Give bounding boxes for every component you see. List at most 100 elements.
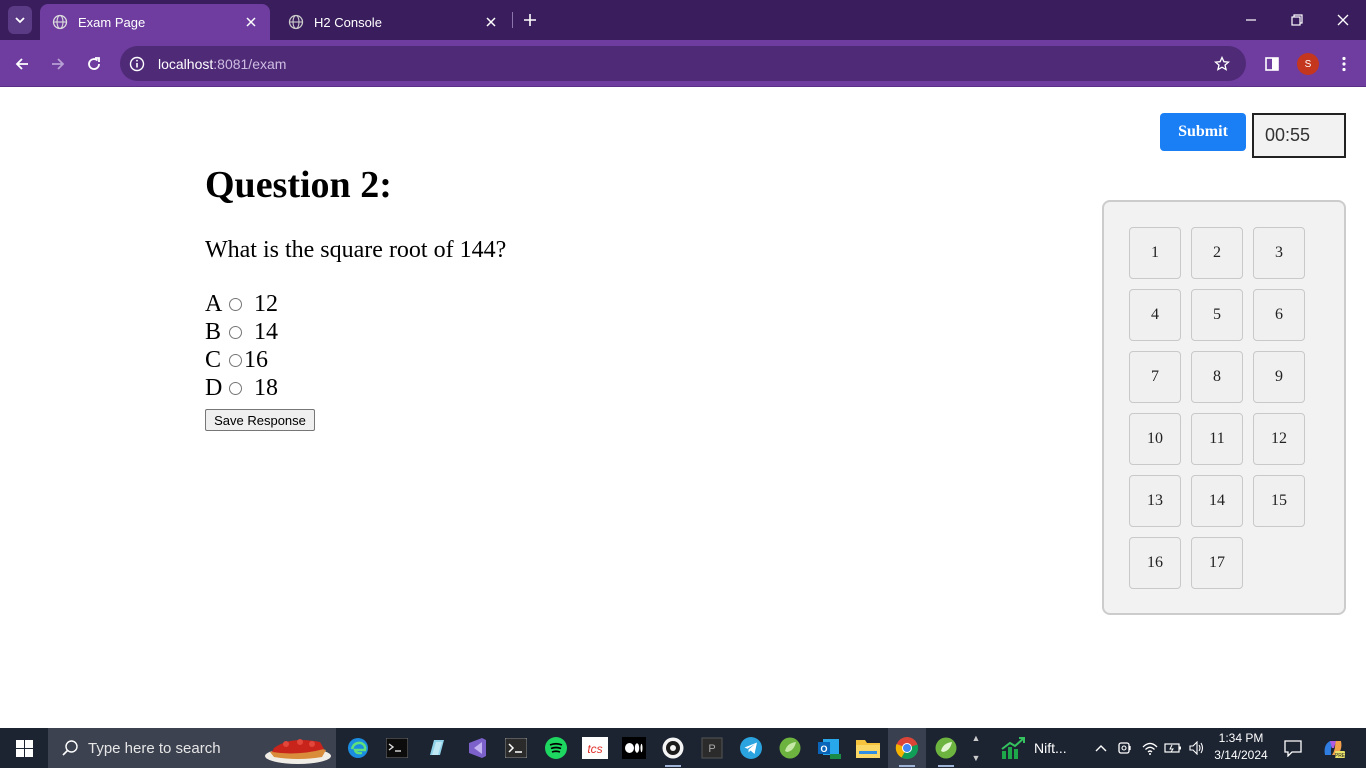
back-button[interactable] <box>8 50 36 78</box>
minimize-icon <box>1246 19 1256 21</box>
question-nav-button[interactable]: 6 <box>1253 289 1305 341</box>
nifty-label: Nift... <box>1034 740 1067 756</box>
chevron-down-icon <box>15 17 25 24</box>
question-nav-button[interactable]: 12 <box>1253 413 1305 465</box>
restore-icon <box>1291 14 1303 26</box>
windows-logo-icon <box>15 739 33 757</box>
chevron-up-icon <box>1095 745 1107 752</box>
close-tab-icon[interactable] <box>242 13 260 31</box>
bookmark-star-icon[interactable] <box>1212 54 1232 74</box>
side-panel-button[interactable] <box>1258 50 1286 78</box>
reload-button[interactable] <box>80 50 108 78</box>
clock-date: 3/14/2024 <box>1214 748 1268 762</box>
globe-icon <box>52 14 68 30</box>
battery-icon <box>1164 743 1181 753</box>
medium-app-icon[interactable] <box>615 728 653 768</box>
question-nav-button[interactable]: 1 <box>1129 227 1181 279</box>
address-bar[interactable]: localhost:8081/exam <box>120 46 1246 81</box>
search-placeholder: Type here to search <box>88 739 221 757</box>
volume-tray-icon[interactable] <box>1186 728 1208 768</box>
chevron-up-icon: ▲ <box>971 733 981 743</box>
battery-tray-icon[interactable] <box>1162 728 1184 768</box>
browser-toolbar: localhost:8081/exam S <box>0 40 1366 87</box>
close-icon <box>1337 14 1349 26</box>
chrome-app-icon[interactable] <box>888 728 926 768</box>
visual-studio-app-icon[interactable] <box>458 728 496 768</box>
clock-time: 1:34 PM <box>1218 731 1264 745</box>
question-nav-button[interactable]: 4 <box>1129 289 1181 341</box>
question-nav-button[interactable]: 10 <box>1129 413 1181 465</box>
question-nav-button[interactable]: 8 <box>1191 351 1243 403</box>
spring-boot-app-icon[interactable] <box>927 728 965 768</box>
cmd-app-icon[interactable] <box>378 728 416 768</box>
question-nav-button[interactable]: 13 <box>1129 475 1181 527</box>
restore-button[interactable] <box>1274 0 1320 40</box>
new-tab-button[interactable] <box>518 8 542 32</box>
spring-tool-suite-app-icon[interactable] <box>771 728 809 768</box>
wifi-icon <box>1142 742 1158 755</box>
github-desktop-app-icon[interactable] <box>654 728 692 768</box>
show-hidden-icons-button[interactable] <box>1090 728 1112 768</box>
nifty-widget[interactable]: Nift... <box>1000 728 1067 768</box>
option-b-radio[interactable] <box>229 325 242 339</box>
side-panel-icon <box>1265 57 1279 71</box>
question-title: Question 2: <box>205 164 392 206</box>
tcs-app-icon[interactable]: tcs <box>576 728 614 768</box>
terminal-app-icon[interactable] <box>497 728 535 768</box>
file-explorer-app-icon[interactable] <box>849 728 887 768</box>
start-button[interactable] <box>0 728 48 768</box>
notes-app-icon[interactable] <box>418 728 456 768</box>
outlook-app-icon[interactable]: O <box>810 728 848 768</box>
browser-menu-button[interactable] <box>1330 50 1358 78</box>
question-nav-button[interactable]: 15 <box>1253 475 1305 527</box>
save-response-button[interactable]: Save Response <box>205 409 315 431</box>
minimize-button[interactable] <box>1228 0 1274 40</box>
question-nav-button[interactable]: 16 <box>1129 537 1181 589</box>
svg-text:PRE: PRE <box>1335 753 1345 759</box>
system-clock[interactable]: 1:34 PM 3/14/2024 <box>1210 730 1272 766</box>
meet-now-tray-icon[interactable] <box>1114 728 1136 768</box>
wifi-tray-icon[interactable] <box>1139 728 1161 768</box>
option-value: 16 <box>244 346 268 373</box>
tab-title: H2 Console <box>314 14 382 30</box>
copilot-button[interactable]: PRE <box>1318 728 1348 768</box>
tab-search-button[interactable] <box>8 6 32 34</box>
option-d-radio[interactable] <box>229 381 242 395</box>
taskbar-search-box[interactable]: Type here to search <box>48 728 336 768</box>
submit-button[interactable]: Submit <box>1160 113 1246 151</box>
question-nav-button[interactable]: 3 <box>1253 227 1305 279</box>
speaker-icon <box>1189 741 1204 755</box>
taskbar-overflow-arrows[interactable]: ▲ ▼ <box>967 728 985 768</box>
close-tab-icon[interactable] <box>482 13 500 31</box>
question-nav-button[interactable]: 17 <box>1191 537 1243 589</box>
option-value: 14 <box>248 318 278 345</box>
notification-center-button[interactable] <box>1280 728 1306 768</box>
tab-exam-page[interactable]: Exam Page <box>40 4 270 40</box>
option-value: 12 <box>248 290 278 317</box>
question-text: What is the square root of 144? <box>205 237 507 263</box>
stock-chart-icon <box>1001 737 1025 759</box>
profile-avatar[interactable]: S <box>1297 53 1319 75</box>
question-nav-button[interactable]: 14 <box>1191 475 1243 527</box>
search-icon <box>60 738 80 758</box>
tab-h2-console[interactable]: H2 Console <box>276 4 510 40</box>
plus-icon <box>524 14 536 26</box>
question-nav-button[interactable]: 2 <box>1191 227 1243 279</box>
pycharm-app-icon[interactable]: P <box>693 728 731 768</box>
question-nav-button[interactable]: 7 <box>1129 351 1181 403</box>
option-c-radio[interactable] <box>229 353 242 367</box>
question-nav-button[interactable]: 9 <box>1253 351 1305 403</box>
option-c: C 16 <box>205 346 278 374</box>
exam-page: Submit 00:55 Question 2: What is the squ… <box>0 87 1366 728</box>
forward-button[interactable] <box>44 50 72 78</box>
question-nav-button[interactable]: 5 <box>1191 289 1243 341</box>
site-info-icon[interactable] <box>127 54 147 74</box>
spotify-app-icon[interactable] <box>537 728 575 768</box>
option-a-radio[interactable] <box>229 297 242 311</box>
edge-app-icon[interactable] <box>339 728 377 768</box>
globe-icon <box>288 14 304 30</box>
telegram-app-icon[interactable] <box>732 728 770 768</box>
question-palette-grid: 1 2 3 4 5 6 7 8 9 10 11 12 13 14 15 16 1… <box>1129 227 1305 589</box>
close-window-button[interactable] <box>1320 0 1366 40</box>
question-nav-button[interactable]: 11 <box>1191 413 1243 465</box>
